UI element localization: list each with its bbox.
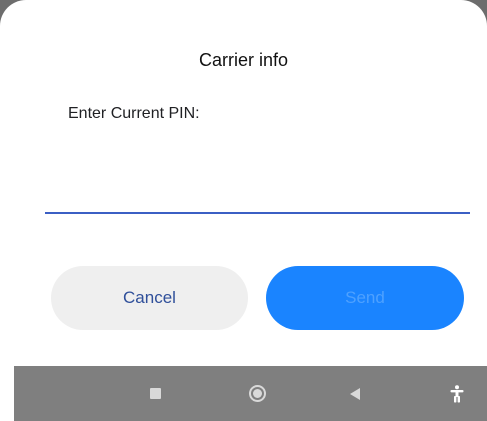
- cancel-button[interactable]: Cancel: [51, 266, 248, 330]
- carrier-info-dialog: Carrier info Enter Current PIN: Cancel S…: [0, 0, 487, 358]
- circle-icon: [248, 385, 266, 402]
- back-button[interactable]: [330, 366, 380, 421]
- send-button[interactable]: Send: [266, 266, 464, 330]
- pin-prompt-label: Enter Current PIN:: [68, 105, 200, 122]
- recents-button[interactable]: [130, 366, 180, 421]
- accessibility-person-icon: [450, 384, 464, 402]
- dialog-title: Carrier info: [198, 50, 289, 70]
- navigation-bar: [14, 366, 487, 421]
- pin-input[interactable]: [45, 170, 470, 214]
- square-icon: [149, 388, 161, 399]
- accessibility-button[interactable]: [432, 366, 482, 421]
- home-button[interactable]: [232, 366, 282, 421]
- triangle-back-icon: [350, 387, 360, 400]
